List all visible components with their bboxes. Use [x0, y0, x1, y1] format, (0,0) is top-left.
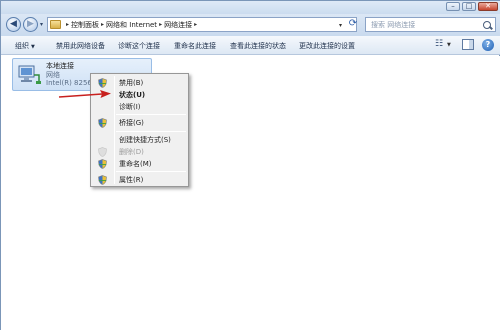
menu-item-bridge[interactable]: 桥接(G): [93, 117, 188, 128]
recent-pages-dropdown[interactable]: ▾: [40, 21, 43, 28]
menu-item-properties[interactable]: 属性(R): [93, 174, 188, 185]
menu-item-create-shortcut[interactable]: 创建快捷方式(S): [93, 134, 188, 145]
back-button[interactable]: ◀: [6, 17, 21, 32]
menu-item-diagnose[interactable]: 诊断(I): [93, 101, 188, 112]
navigation-bar: ◀ ▶ ▾ ▸ 控制面板 ▸ 网络和 Internet ▸ 网络连接 ▸ ▾ ⟳…: [1, 14, 500, 36]
breadcrumb-network-connections[interactable]: 网络连接: [164, 20, 192, 30]
search-icon[interactable]: [483, 20, 491, 29]
annotation-arrow: [58, 90, 111, 98]
shield-icon: [98, 159, 107, 169]
change-settings-button[interactable]: 更改此连接的设置: [299, 41, 355, 51]
command-bar: 组织 ▼ 禁用此网络设备 诊断这个连接 重命名此连接 查看此连接的状态 更改此连接…: [1, 36, 500, 55]
help-icon[interactable]: ?: [482, 39, 494, 51]
shield-icon: [98, 147, 107, 157]
menu-item-label: 删除(D): [119, 148, 144, 156]
breadcrumb-network-internet[interactable]: 网络和 Internet: [106, 20, 157, 30]
menu-item-label: 重命名(M): [119, 160, 152, 168]
menu-item-rename[interactable]: 重命名(M): [93, 158, 188, 169]
breadcrumb-separator[interactable]: ▸: [101, 21, 104, 28]
view-status-button[interactable]: 查看此连接的状态: [230, 41, 286, 51]
menu-separator: [116, 114, 186, 115]
network-adapter-icon: [18, 65, 41, 84]
address-bar[interactable]: ▸ 控制面板 ▸ 网络和 Internet ▸ 网络连接 ▸ ▾: [47, 17, 357, 32]
organize-button[interactable]: 组织 ▼: [15, 41, 35, 51]
menu-item-label: 禁用(B): [119, 79, 144, 87]
menu-item-label: 诊断(I): [119, 103, 141, 111]
forward-button[interactable]: ▶: [23, 17, 38, 32]
menu-item-delete: 删除(D): [93, 146, 188, 157]
shield-icon: [98, 175, 107, 185]
diagnose-connection-button[interactable]: 诊断这个连接: [118, 41, 160, 51]
address-dropdown-icon[interactable]: ▾: [339, 22, 342, 29]
breadcrumb-separator[interactable]: ▸: [159, 21, 162, 28]
menu-item-label: 属性(R): [119, 176, 144, 184]
search-placeholder: 搜索 网络连接: [371, 20, 416, 29]
network-connections-window: – □ ✕ ◀ ▶ ▾ ▸ 控制面板 ▸ 网络和 Internet ▸ 网络连接…: [0, 0, 500, 330]
maximize-button[interactable]: □: [462, 2, 476, 11]
preview-pane-icon[interactable]: [462, 39, 474, 50]
search-input[interactable]: 搜索 网络连接: [365, 17, 496, 32]
breadcrumb-separator[interactable]: ▸: [194, 21, 197, 28]
menu-separator: [116, 171, 186, 172]
breadcrumb-control-panel[interactable]: 控制面板: [71, 20, 99, 30]
close-button[interactable]: ✕: [478, 2, 498, 11]
change-view-icon[interactable]: ☷: [431, 39, 447, 51]
rename-connection-button[interactable]: 重命名此连接: [174, 41, 216, 51]
refresh-icon[interactable]: ⟳: [346, 17, 360, 32]
breadcrumb-separator[interactable]: ▸: [66, 21, 69, 28]
menu-item-disable[interactable]: 禁用(B): [93, 77, 188, 88]
shield-icon: [98, 78, 107, 88]
shield-icon: [98, 118, 107, 128]
control-panel-icon: [50, 20, 61, 29]
view-dropdown-icon[interactable]: ▼: [447, 42, 451, 54]
menu-item-label: 桥接(G): [119, 119, 144, 127]
menu-separator: [116, 131, 186, 132]
menu-item-label: 状态(U): [119, 91, 146, 99]
disable-device-button[interactable]: 禁用此网络设备: [56, 41, 105, 51]
title-bar: – □ ✕: [1, 1, 500, 14]
menu-item-label: 创建快捷方式(S): [119, 136, 171, 144]
minimize-button[interactable]: –: [446, 2, 460, 11]
window-controls: – □ ✕: [446, 2, 498, 11]
